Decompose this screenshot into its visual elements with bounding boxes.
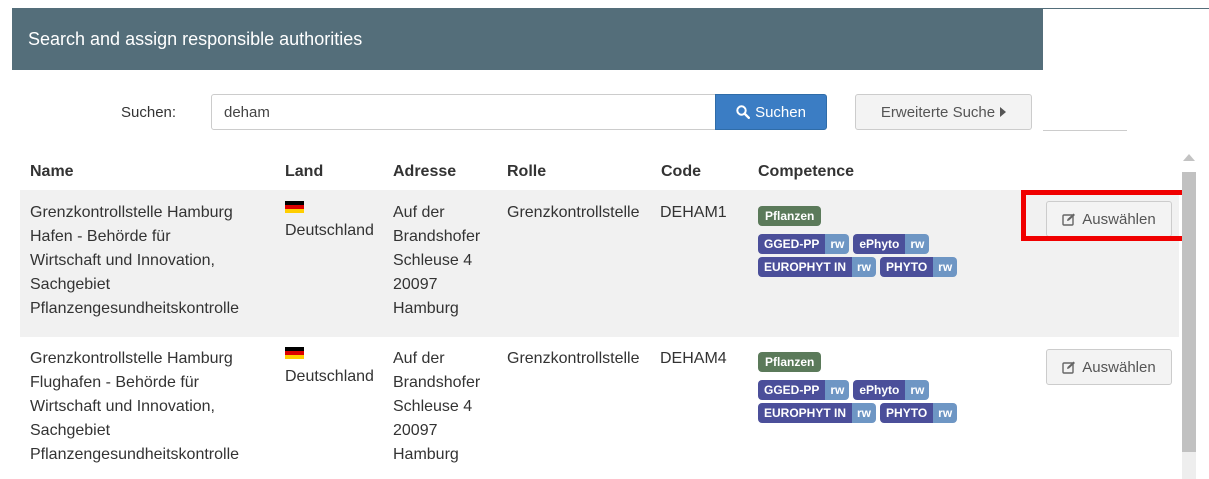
code-cell: DEHAM4 [660, 350, 727, 367]
competence-label: EUROPHYT IN [758, 403, 853, 423]
competence-badge: GGED-PP rw [758, 380, 850, 400]
address-line: 20097 [393, 422, 438, 439]
header-divider [1043, 8, 1209, 9]
edit-icon [1062, 361, 1076, 374]
address-line: Auf der [393, 204, 445, 221]
access-label: rw [905, 380, 930, 400]
dialog-title: Search and assign responsible authoritie… [28, 28, 363, 49]
competence-badge: PHYTO rw [880, 403, 958, 423]
access-label: rw [825, 380, 850, 400]
competence-label: GGED-PP [758, 380, 826, 400]
authority-name: Grenzkontrollstelle Hamburg Flughafen - … [30, 347, 280, 467]
country-cell: Deutschland [285, 195, 374, 243]
name-line: Hafen - Behörde für [30, 228, 171, 245]
scroll-thumb[interactable] [1182, 172, 1196, 452]
highlight-box [1021, 190, 1195, 241]
caret-right-icon [1000, 107, 1007, 117]
code-cell: DEHAM1 [660, 204, 727, 221]
competence-cell: Pflanzen GGED-PP rw ePhyto rw EUROPHYT IN r… [758, 352, 958, 426]
name-line: Grenzkontrollstelle Hamburg [30, 204, 233, 221]
competence-label: EUROPHYT IN [758, 257, 853, 277]
germany-flag-icon [285, 201, 304, 213]
role-cell: Grenzkontrollstelle [507, 204, 640, 221]
access-label: rw [852, 403, 877, 423]
search-row: Suchen: Suchen Erweiterte Suche [0, 92, 1209, 132]
competence-label: GGED-PP [758, 234, 826, 254]
column-header-land[interactable]: Land [285, 163, 323, 181]
search-input[interactable] [211, 94, 716, 130]
advanced-search-label: Erweiterte Suche [880, 103, 996, 121]
germany-flag-icon [285, 347, 304, 359]
access-label: rw [933, 403, 958, 423]
column-header-rolle[interactable]: Rolle [507, 163, 546, 181]
category-badge: Pflanzen [758, 352, 822, 372]
authority-name: Grenzkontrollstelle Hamburg Hafen - Behö… [30, 201, 280, 321]
dialog-header: Search and assign responsible authoritie… [12, 8, 1043, 70]
name-line: Wirtschaft und Innovation, [30, 252, 215, 269]
name-line: Pflanzengesundheitskontrolle [30, 446, 240, 463]
address-line: Schleuse 4 [393, 252, 473, 269]
address-line: Hamburg [393, 446, 459, 463]
country-name: Deutschland [285, 368, 374, 385]
select-button[interactable]: Auswählen [1046, 349, 1172, 385]
competence-badge: ePhyto rw [853, 234, 930, 254]
search-icon [736, 105, 751, 119]
competence-label: ePhyto [853, 380, 906, 400]
table-row: Grenzkontrollstelle Hamburg Flughafen - … [20, 337, 1179, 479]
scrollbar[interactable] [1179, 150, 1199, 479]
address-cell: Auf der Brandshofer Schleuse 4 20097 Ham… [393, 347, 480, 467]
access-label: rw [933, 257, 958, 277]
address-line: Brandshofer [393, 374, 481, 391]
address-cell: Auf der Brandshofer Schleuse 4 20097 Ham… [393, 201, 480, 321]
country-cell: Deutschland [285, 341, 374, 389]
access-label: rw [905, 234, 930, 254]
column-header-code[interactable]: Code [661, 163, 701, 181]
address-line: Schleuse 4 [393, 398, 473, 415]
name-line: Flughafen - Behörde für [30, 374, 199, 391]
search-button-label: Suchen [755, 103, 806, 121]
address-line: 20097 [393, 276, 438, 293]
scroll-up-icon[interactable] [1183, 154, 1195, 161]
search-button[interactable]: Suchen [715, 94, 827, 130]
access-label: rw [825, 234, 850, 254]
role-cell: Grenzkontrollstelle [507, 350, 640, 367]
competence-label: ePhyto [853, 234, 906, 254]
advanced-search-button[interactable]: Erweiterte Suche [855, 94, 1032, 130]
competence-badge: PHYTO rw [880, 257, 958, 277]
column-header-adresse[interactable]: Adresse [393, 163, 456, 181]
address-line: Auf der [393, 350, 445, 367]
input-underline [1043, 130, 1127, 131]
competence-badge: ePhyto rw [853, 380, 930, 400]
name-line: Pflanzengesundheitskontrolle [30, 300, 240, 317]
search-label: Suchen: [121, 104, 177, 121]
competence-cell: Pflanzen GGED-PP rw ePhyto rw EUROPHYT IN r… [758, 206, 958, 280]
column-header-competence[interactable]: Competence [758, 163, 854, 181]
competence-label: PHYTO [880, 403, 934, 423]
category-badge: Pflanzen [758, 206, 822, 226]
competence-label: PHYTO [880, 257, 934, 277]
competence-badge: EUROPHYT IN rw [758, 257, 877, 277]
competence-badge: EUROPHYT IN rw [758, 403, 877, 423]
country-name: Deutschland [285, 222, 374, 239]
name-line: Sachgebiet [30, 276, 111, 293]
access-label: rw [852, 257, 877, 277]
name-line: Wirtschaft und Innovation, [30, 398, 215, 415]
select-button-label: Auswählen [1082, 358, 1156, 376]
address-line: Hamburg [393, 300, 459, 317]
competence-badge: GGED-PP rw [758, 234, 850, 254]
name-line: Sachgebiet [30, 422, 111, 439]
table-row: Grenzkontrollstelle Hamburg Hafen - Behö… [20, 190, 1179, 337]
address-line: Brandshofer [393, 228, 481, 245]
column-header-name[interactable]: Name [30, 163, 74, 181]
name-line: Grenzkontrollstelle Hamburg [30, 350, 233, 367]
